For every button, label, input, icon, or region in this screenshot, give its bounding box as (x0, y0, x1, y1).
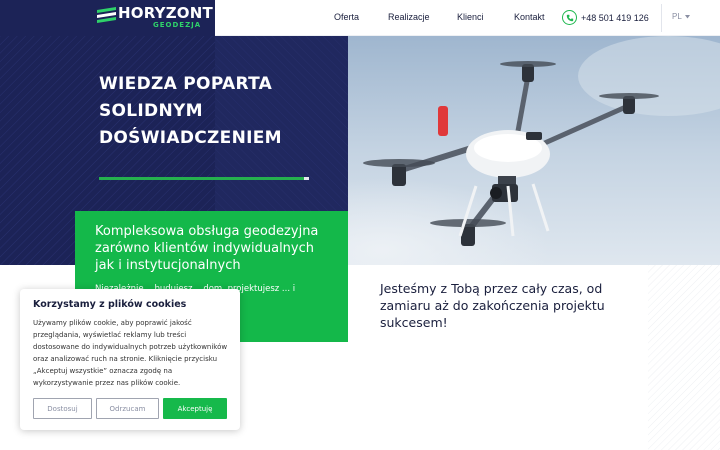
hero-accent-line (99, 177, 309, 180)
phone-link[interactable]: +48 501 419 126 (562, 10, 649, 25)
divider (661, 4, 662, 32)
tagline: Jesteśmy z Tobą przez cały czas, od zami… (380, 281, 605, 330)
drone-photo (348, 36, 720, 265)
customize-button[interactable]: Dostosuj (33, 398, 92, 419)
decorative-pattern (648, 265, 720, 450)
nav-item-realizacje[interactable]: Realizacje (388, 12, 430, 22)
hero-accent-tip (304, 177, 309, 180)
cookie-text: Używamy plików cookie, aby poprawić jako… (33, 319, 228, 387)
reject-button[interactable]: Odrzucam (96, 398, 159, 419)
brand-name: HORYZONT (118, 4, 213, 22)
hero-title-line: DOŚWIADCZENIEM (99, 128, 282, 148)
language-label: PL (672, 12, 682, 21)
chevron-down-icon (684, 14, 690, 18)
phone-number: +48 501 419 126 (581, 12, 649, 23)
hero-title-line: WIEDZA POPARTA (99, 74, 273, 94)
nav-item-oferta[interactable]: Oferta (334, 12, 359, 22)
phone-icon (562, 10, 577, 25)
logo[interactable]: HORYZONT GEODEZJA (0, 0, 215, 36)
cookie-banner: Korzystamy z plików cookies Używamy plik… (20, 289, 240, 430)
logo-mark-icon (97, 7, 116, 23)
hero-title-line: SOLIDNYM (99, 101, 203, 121)
brand-subtitle: GEODEZJA (153, 21, 202, 29)
accept-button[interactable]: Akceptuję (163, 398, 227, 419)
site-header: HORYZONT GEODEZJA Oferta Realizacje Klie… (0, 0, 720, 36)
nav-item-klienci[interactable]: Klienci (457, 12, 484, 22)
service-heading: Kompleksowa obsługa geodezyjna zarówno k… (95, 224, 319, 273)
nav-item-kontakt[interactable]: Kontakt (514, 12, 545, 22)
hero-title: WIEDZA POPARTA SOLIDNYM DOŚWIADCZENIEM (99, 71, 339, 152)
language-selector[interactable]: PL (672, 12, 690, 21)
cookie-title: Korzystamy z plików cookies (33, 299, 187, 310)
drone-image (348, 36, 720, 265)
